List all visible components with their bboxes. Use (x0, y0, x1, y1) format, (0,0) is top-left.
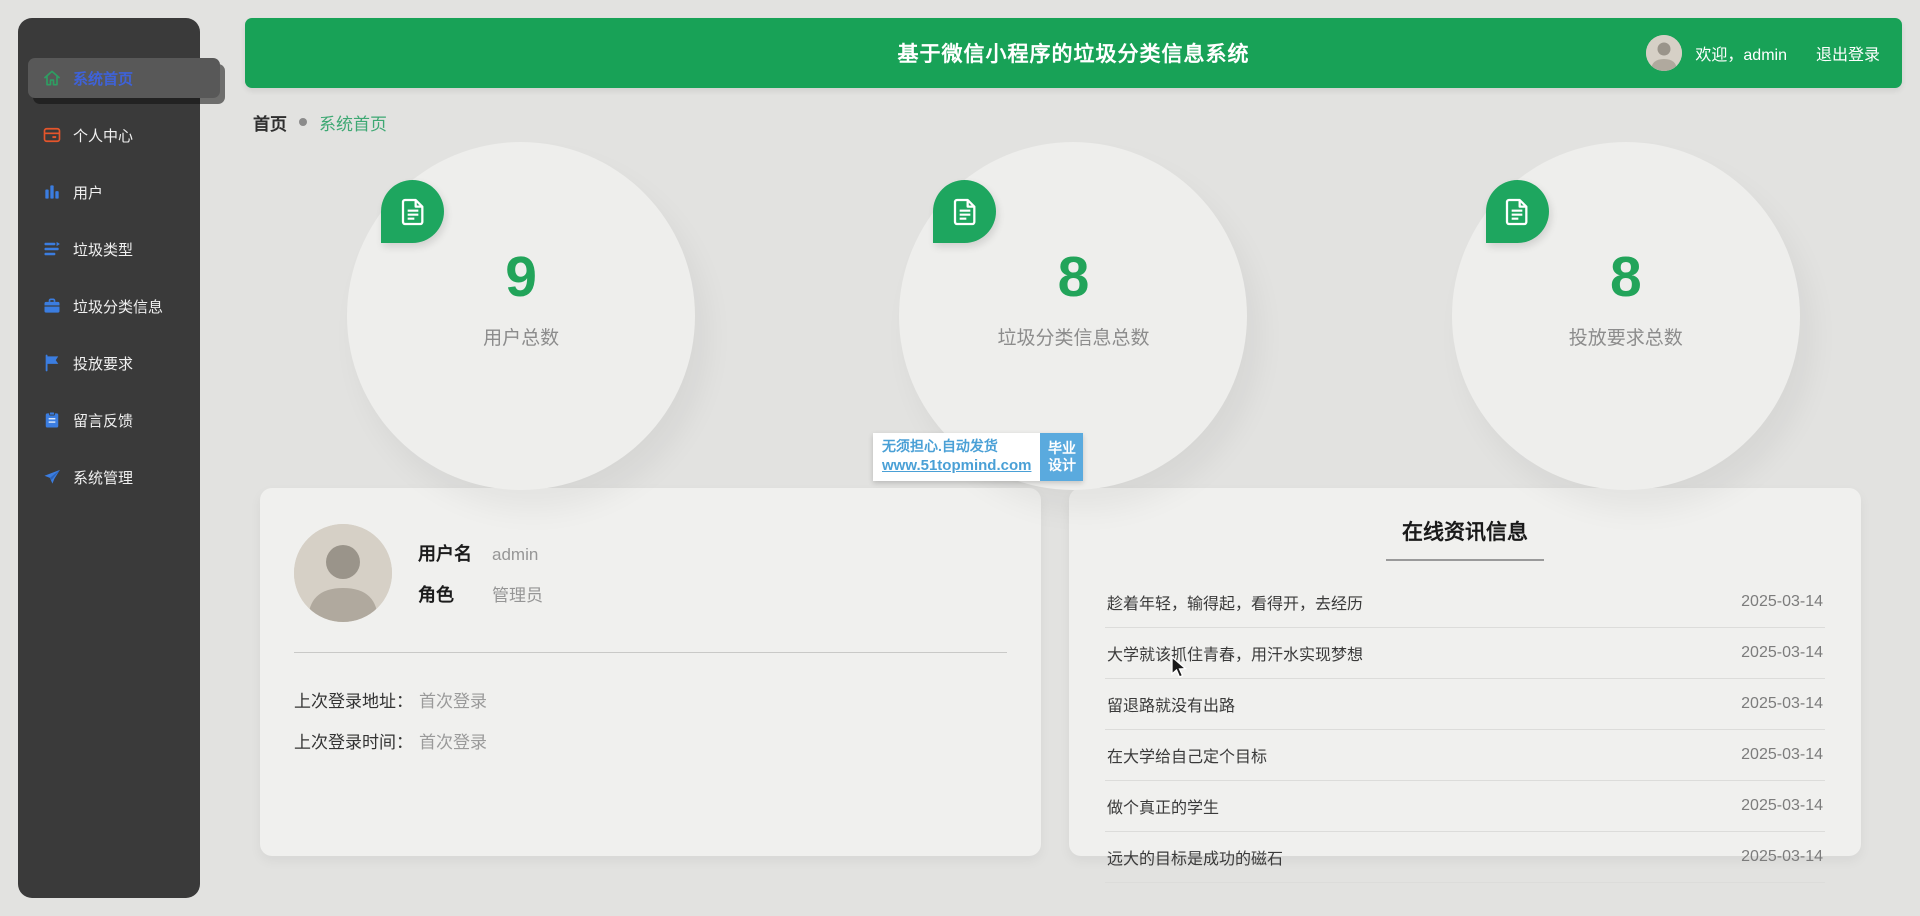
news-list-item[interactable]: 趁着年轻，输得起，看得开，去经历 2025-03-14 (1105, 577, 1825, 628)
sidebar: 系统首页 个人中心 用户 垃圾类型 垃圾分类信息 投放要求 留言反馈 系统管理 (18, 18, 220, 898)
news-item-date: 2025-03-14 (1741, 797, 1823, 814)
sidebar-item-system-mgmt[interactable]: 系统管理 (18, 457, 200, 497)
profile-top: 用户名 admin 角色 管理员 (294, 524, 1007, 622)
sidebar-item-profile[interactable]: 个人中心 (18, 115, 200, 155)
document-badge (381, 180, 445, 243)
stat-label: 投放要求总数 (1568, 327, 1683, 349)
sidebar-item-label: 系统管理 (73, 469, 134, 487)
header-user-area: 欢迎，admin 退出登录 (1646, 18, 1880, 88)
username-label: 用户名 (418, 543, 472, 564)
stat-content: 9 用户总数 (483, 246, 559, 350)
watermark-badge-line1: 毕业 (1047, 440, 1076, 457)
news-title-wrap: 在线资讯信息 (1105, 516, 1825, 561)
flag-icon (42, 353, 62, 373)
document-badge (1485, 180, 1549, 243)
news-item-text[interactable]: 做个真正的学生 (1107, 794, 1219, 818)
stat-users: 9 用户总数 (245, 142, 797, 492)
username-row: 用户名 admin (418, 540, 543, 566)
stat-value: 9 (505, 245, 537, 310)
last-login-time-label: 上次登录时间： (294, 733, 413, 752)
bar-chart-icon (42, 182, 62, 202)
news-list-item[interactable]: 做个真正的学生 2025-03-14 (1105, 781, 1825, 832)
sidebar-item-label: 个人中心 (73, 127, 134, 145)
logout-button[interactable]: 退出登录 (1816, 41, 1880, 65)
profile-identity: 用户名 admin 角色 管理员 (418, 540, 543, 607)
breadcrumb-separator-dot (299, 118, 307, 126)
news-item-date: 2025-03-14 (1741, 593, 1823, 610)
sidebar-item-label: 垃圾类型 (73, 241, 134, 259)
sidebar-item-users[interactable]: 用户 (18, 172, 200, 212)
document-badge (933, 180, 997, 243)
username-value: admin (492, 544, 539, 564)
watermark-line1: 无须担心.自动发货 (882, 438, 998, 454)
stat-disposal-rules: 8 投放要求总数 (1350, 142, 1902, 492)
news-item-date: 2025-03-14 (1741, 695, 1823, 712)
cards-row: 用户名 admin 角色 管理员 上次登录地址： 首次登录 上次登录时间： 首次… (245, 488, 1902, 883)
news-list-item[interactable]: 大学就该抓住青春，用汗水实现梦想 2025-03-14 (1105, 628, 1825, 679)
news-list: 趁着年轻，输得起，看得开，去经历 2025-03-14 大学就该抓住青春，用汗水… (1105, 577, 1825, 883)
role-row: 角色 管理员 (418, 581, 543, 607)
news-item-date: 2025-03-14 (1741, 644, 1823, 661)
sidebar-item-label: 用户 (73, 184, 104, 202)
news-card-title: 在线资讯信息 (1386, 516, 1544, 561)
sidebar-item-garbage-info[interactable]: 垃圾分类信息 (18, 286, 200, 326)
stat-value: 8 (1609, 245, 1642, 310)
stat-label: 用户总数 (483, 327, 560, 349)
briefcase-icon (42, 296, 62, 316)
login-info: 上次登录地址： 首次登录 上次登录时间： 首次登录 (294, 687, 1007, 753)
watermark-badge: 毕业 设计 (1040, 433, 1084, 482)
news-card: 在线资讯信息 趁着年轻，输得起，看得开，去经历 2025-03-14 大学就该抓… (1069, 488, 1861, 883)
news-list-item[interactable]: 留退路就没有出路 2025-03-14 (1105, 679, 1825, 730)
last-login-address-value: 首次登录 (419, 692, 487, 711)
breadcrumb-current: 系统首页 (319, 114, 387, 134)
watermark-text-block: 无须担心.自动发货 www.51topmind.com (873, 433, 1041, 482)
clipboard-icon (42, 410, 62, 430)
role-value: 管理员 (492, 585, 543, 605)
sidebar-item-garbage-types[interactable]: 垃圾类型 (18, 229, 200, 269)
sidebar-item-feedback[interactable]: 留言反馈 (18, 400, 200, 440)
profile-divider (294, 652, 1007, 653)
news-item-text[interactable]: 大学就该抓住青春，用汗水实现梦想 (1107, 641, 1363, 665)
watermark-banner: 无须担心.自动发货 www.51topmind.com 毕业 设计 (873, 433, 1084, 482)
sidebar-item-disposal-rules[interactable]: 投放要求 (18, 343, 200, 383)
news-list-item[interactable]: 远大的目标是成功的磁石 2025-03-14 (1105, 832, 1825, 883)
role-label: 角色 (418, 584, 454, 605)
last-login-address-label: 上次登录地址： (294, 692, 413, 711)
welcome-text: 欢迎，admin (1695, 47, 1787, 64)
postcard-icon (42, 125, 62, 145)
profile-card: 用户名 admin 角色 管理员 上次登录地址： 首次登录 上次登录时间： 首次… (260, 488, 1041, 856)
header-avatar[interactable] (1646, 35, 1683, 71)
sidebar-item-label: 投放要求 (73, 355, 134, 373)
news-item-date: 2025-03-14 (1741, 848, 1823, 865)
list-icon (42, 239, 62, 259)
page: { "app": { "title": "基于微信小程序的垃圾分类信息系统", … (0, 0, 1920, 916)
profile-avatar (294, 524, 392, 622)
news-list-item[interactable]: 在大学给自己定个目标 2025-03-14 (1105, 730, 1825, 781)
stat-label: 垃圾分类信息总数 (997, 327, 1150, 349)
sidebar-item-label: 系统首页 (73, 70, 134, 88)
sidebar-item-label: 留言反馈 (73, 412, 134, 430)
news-item-text[interactable]: 在大学给自己定个目标 (1107, 743, 1267, 767)
news-item-date: 2025-03-14 (1741, 746, 1823, 763)
stat-circle-disposal-rules: 8 投放要求总数 (1451, 142, 1800, 490)
last-login-time-value: 首次登录 (419, 733, 487, 752)
news-item-text[interactable]: 留退路就没有出路 (1107, 692, 1235, 716)
watermark-link[interactable]: www.51topmind.com (882, 456, 1031, 476)
stat-content: 8 垃圾分类信息总数 (997, 246, 1149, 350)
sidebar-item-label: 垃圾分类信息 (73, 298, 164, 316)
stat-circle-users: 9 用户总数 (347, 142, 696, 490)
watermark-badge-line2: 设计 (1047, 457, 1076, 474)
header-bar: 基于微信小程序的垃圾分类信息系统 欢迎，admin 退出登录 (245, 18, 1902, 88)
stat-value: 8 (1057, 245, 1090, 310)
news-item-text[interactable]: 远大的目标是成功的磁石 (1107, 845, 1283, 869)
breadcrumb: 首页 系统首页 (245, 110, 1902, 134)
last-login-time-row: 上次登录时间： 首次登录 (294, 728, 1007, 753)
last-login-address-row: 上次登录地址： 首次登录 (294, 687, 1007, 712)
stat-content: 8 投放要求总数 (1569, 246, 1683, 350)
home-icon (42, 68, 62, 88)
paper-plane-icon (42, 467, 62, 487)
sidebar-item-home[interactable]: 系统首页 (28, 58, 220, 98)
news-item-text[interactable]: 趁着年轻，输得起，看得开，去经历 (1107, 590, 1363, 614)
breadcrumb-home[interactable]: 首页 (253, 110, 287, 135)
